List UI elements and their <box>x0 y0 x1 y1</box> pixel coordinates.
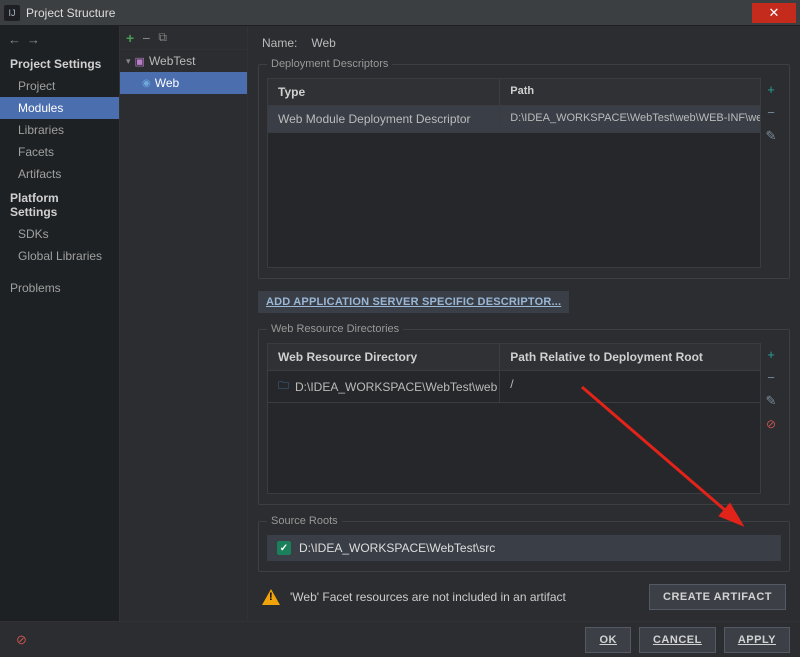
ok-button[interactable]: OK <box>585 627 631 653</box>
sidebar-item-libraries[interactable]: Libraries <box>0 119 119 141</box>
res-warn-icon[interactable]: ⊘ <box>766 417 776 431</box>
res-add-icon[interactable]: + <box>767 347 775 362</box>
source-roots-section: Source Roots ✓ D:\IDEA_WORKSPACE\WebTest… <box>258 515 790 572</box>
deploy-head-type: Type <box>268 79 499 105</box>
source-root-path: D:\IDEA_WORKSPACE\WebTest\src <box>299 541 495 555</box>
warning-text: 'Web' Facet resources are not included i… <box>290 590 566 604</box>
res-row[interactable]: 🗀 D:\IDEA_WORKSPACE\WebTest\web / <box>268 371 760 403</box>
app-icon: IJ <box>4 5 20 21</box>
bottom-bar: ⊘ OK CANCEL APPLY <box>0 621 800 657</box>
web-icon: ◉ <box>142 78 151 89</box>
sidebar-item-project[interactable]: Project <box>0 75 119 97</box>
tree-module-label: WebTest <box>149 54 195 68</box>
nav-forward-icon: → <box>27 32 40 47</box>
source-root-row[interactable]: ✓ D:\IDEA_WORKSPACE\WebTest\src <box>267 535 781 561</box>
module-icon: ▣ <box>135 55 145 68</box>
res-table: Web Resource Directory Path Relative to … <box>267 343 761 494</box>
res-toolbar: + − ✎ ⊘ <box>761 343 781 494</box>
add-server-descriptor-link[interactable]: ADD APPLICATION SERVER SPECIFIC DESCRIPT… <box>258 291 569 313</box>
module-tree: + − ⧉ ▾ ▣ WebTest ◉ Web <box>120 26 248 621</box>
sidebar: ← → Project Settings Project Modules Lib… <box>0 26 120 621</box>
sidebar-item-artifacts[interactable]: Artifacts <box>0 163 119 185</box>
deployment-descriptors-section: Deployment Descriptors Type Path Web Mod… <box>258 58 790 279</box>
res-edit-icon[interactable]: ✎ <box>766 393 777 409</box>
tree-facet-web[interactable]: ◉ Web <box>120 72 247 94</box>
sidebar-item-global-libs[interactable]: Global Libraries <box>0 245 119 267</box>
main-panel: Name: Web Deployment Descriptors Type Pa… <box>248 26 800 621</box>
src-legend: Source Roots <box>267 515 342 527</box>
add-icon[interactable]: + <box>126 30 134 46</box>
res-row-dir: D:\IDEA_WORKSPACE\WebTest\web <box>295 380 497 394</box>
warning-row: 'Web' Facet resources are not included i… <box>258 576 790 620</box>
name-value: Web <box>311 36 335 50</box>
deploy-row-type: Web Module Deployment Descriptor <box>268 106 499 132</box>
apply-button[interactable]: APPLY <box>724 627 790 653</box>
close-icon[interactable]: ✕ <box>752 3 796 23</box>
res-head-dir: Web Resource Directory <box>268 344 499 370</box>
sidebar-item-sdks[interactable]: SDKs <box>0 223 119 245</box>
res-row-rel: / <box>499 371 760 402</box>
web-resource-section: Web Resource Directories Web Resource Di… <box>258 323 790 505</box>
warning-icon <box>262 589 280 605</box>
folder-icon: 🗀 <box>278 377 289 396</box>
remove-icon[interactable]: − <box>142 30 150 46</box>
res-legend: Web Resource Directories <box>267 323 403 335</box>
sidebar-item-facets[interactable]: Facets <box>0 141 119 163</box>
deploy-add-icon[interactable]: + <box>767 82 775 97</box>
create-artifact-button[interactable]: CREATE ARTIFACT <box>649 584 786 610</box>
sidebar-heading-platform: Platform Settings <box>0 185 119 223</box>
source-root-checkbox[interactable]: ✓ <box>277 541 291 555</box>
deploy-table: Type Path Web Module Deployment Descript… <box>267 78 761 268</box>
tree-facet-label: Web <box>155 76 179 90</box>
sidebar-item-problems[interactable]: Problems <box>0 277 119 299</box>
sidebar-item-modules[interactable]: Modules <box>0 97 119 119</box>
deploy-head-path: Path <box>499 79 760 105</box>
deploy-legend: Deployment Descriptors <box>267 58 392 70</box>
titlebar: IJ Project Structure ✕ <box>0 0 800 26</box>
nav-back-icon: ← <box>8 32 21 47</box>
deploy-edit-icon[interactable]: ✎ <box>766 128 777 144</box>
sidebar-heading-project: Project Settings <box>0 51 119 75</box>
deploy-row-path: D:\IDEA_WORKSPACE\WebTest\web\WEB-INF\we… <box>499 106 760 132</box>
name-label: Name: <box>262 36 297 50</box>
copy-icon[interactable]: ⧉ <box>158 30 167 45</box>
error-indicator-icon[interactable]: ⊘ <box>10 632 27 648</box>
deploy-toolbar: + − ✎ <box>761 78 781 268</box>
deploy-row[interactable]: Web Module Deployment Descriptor D:\IDEA… <box>268 106 760 133</box>
chevron-down-icon: ▾ <box>126 56 131 67</box>
cancel-button[interactable]: CANCEL <box>639 627 716 653</box>
window-title: Project Structure <box>26 6 752 20</box>
tree-module[interactable]: ▾ ▣ WebTest <box>120 50 247 72</box>
res-head-rel: Path Relative to Deployment Root <box>499 344 760 370</box>
deploy-remove-icon[interactable]: − <box>767 105 775 120</box>
res-remove-icon[interactable]: − <box>767 370 775 385</box>
